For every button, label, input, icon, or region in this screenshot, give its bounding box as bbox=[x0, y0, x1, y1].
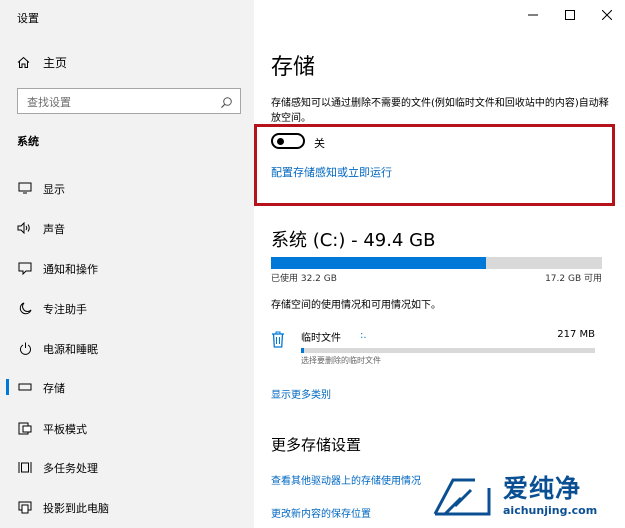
sidebar-item-sound[interactable]: 声音 bbox=[0, 214, 254, 242]
temp-files-item[interactable]: 临时文件 bbox=[301, 329, 341, 344]
main-content: 存储 存储感知可以通过删除不需要的文件(例如临时文件和回收站中的内容)自动释放空… bbox=[254, 0, 625, 528]
sidebar-item-focus-assist[interactable]: 专注助手 bbox=[0, 294, 254, 322]
sidebar-item-notifications[interactable]: 通知和操作 bbox=[0, 254, 254, 282]
maximize-button[interactable] bbox=[551, 0, 588, 30]
close-button[interactable] bbox=[588, 0, 625, 30]
watermark-url: aichunjing.com bbox=[503, 504, 598, 517]
sidebar-item-label: 专注助手 bbox=[43, 303, 87, 316]
search-placeholder: 查找设置 bbox=[27, 96, 71, 109]
drive-used-label: 已使用 32.2 GB bbox=[271, 274, 337, 284]
home-label: 主页 bbox=[43, 55, 68, 70]
watermark-text: 爱纯净 bbox=[503, 474, 582, 503]
window-controls bbox=[514, 0, 625, 30]
notification-icon bbox=[17, 261, 33, 275]
toggle-knob bbox=[277, 138, 284, 145]
sidebar-item-label: 存储 bbox=[43, 382, 65, 395]
project-icon bbox=[17, 500, 33, 514]
app-title: 设置 bbox=[17, 12, 39, 25]
settings-window: 设置 主页 查找设置 系统 显示 声音 通知和操作 专注助手 电源和睡眠 存储 … bbox=[0, 0, 625, 528]
multitask-icon bbox=[17, 460, 33, 474]
sidebar-item-label: 显示 bbox=[43, 183, 65, 196]
page-title: 存储 bbox=[271, 55, 316, 80]
sidebar-item-label: 平板模式 bbox=[43, 423, 87, 436]
tablet-icon bbox=[17, 421, 33, 435]
configure-storage-sense-link[interactable]: 配置存储感知或立即运行 bbox=[271, 164, 392, 180]
sidebar: 设置 主页 查找设置 系统 显示 声音 通知和操作 专注助手 电源和睡眠 存储 … bbox=[0, 0, 254, 528]
temp-files-subtitle: 选择要删除的临时文件 bbox=[301, 356, 381, 365]
drive-title: 系统 (C:) - 49.4 GB bbox=[271, 230, 436, 251]
sidebar-item-power[interactable]: 电源和睡眠 bbox=[0, 334, 254, 362]
change-save-location-link[interactable]: 更改新内容的保存位置 bbox=[271, 505, 371, 520]
speaker-icon bbox=[17, 221, 33, 235]
sidebar-item-display[interactable]: 显示 bbox=[0, 174, 254, 202]
trash-icon bbox=[271, 331, 285, 352]
moon-icon bbox=[17, 301, 33, 315]
sidebar-item-multitasking[interactable]: 多任务处理 bbox=[0, 453, 254, 481]
more-storage-settings-heading: 更多存储设置 bbox=[271, 436, 362, 454]
storage-sense-toggle[interactable] bbox=[271, 133, 305, 149]
home-icon bbox=[17, 56, 43, 69]
other-drives-link[interactable]: 查看其他驱动器上的存储使用情况 bbox=[271, 472, 427, 487]
search-icon bbox=[220, 94, 233, 113]
sidebar-item-label: 投影到此电脑 bbox=[43, 502, 109, 515]
section-heading: 系统 bbox=[17, 135, 39, 148]
drive-available-label: 17.2 GB 可用 bbox=[545, 274, 602, 284]
sidebar-item-label: 通知和操作 bbox=[43, 263, 98, 276]
drive-usage-bar bbox=[271, 257, 602, 269]
monitor-icon bbox=[17, 181, 33, 195]
search-input[interactable]: 查找设置 bbox=[17, 88, 241, 114]
sidebar-item-storage[interactable]: 存储 bbox=[0, 373, 254, 401]
toggle-state-label: 关 bbox=[314, 137, 325, 150]
temp-files-bar bbox=[301, 348, 595, 353]
temp-files-size: 217 MB bbox=[557, 329, 595, 340]
power-icon bbox=[17, 341, 33, 355]
sidebar-item-tablet-mode[interactable]: 平板模式 bbox=[0, 414, 254, 442]
sidebar-item-label: 电源和睡眠 bbox=[43, 343, 98, 356]
storage-sense-description: 存储感知可以通过删除不需要的文件(例如临时文件和回收站中的内容)自动释放空间。 bbox=[271, 98, 609, 124]
temp-files-fill bbox=[301, 348, 304, 353]
sidebar-item-home[interactable]: 主页 bbox=[17, 52, 67, 72]
show-more-categories-link[interactable]: 显示更多类别 bbox=[271, 386, 331, 401]
drive-usage-fill bbox=[271, 257, 487, 269]
sidebar-item-project[interactable]: 投影到此电脑 bbox=[0, 493, 254, 521]
loading-spinner-icon: :. bbox=[360, 330, 367, 341]
sidebar-item-label: 声音 bbox=[43, 223, 65, 236]
usage-description: 存储空间的使用情况和可用情况如下。 bbox=[271, 300, 441, 311]
sidebar-item-label: 多任务处理 bbox=[43, 462, 98, 475]
watermark-logo-icon bbox=[431, 472, 495, 524]
minimize-button[interactable] bbox=[514, 0, 551, 30]
watermark: 爱纯净 aichunjing.com bbox=[427, 464, 625, 528]
storage-icon bbox=[17, 380, 33, 394]
